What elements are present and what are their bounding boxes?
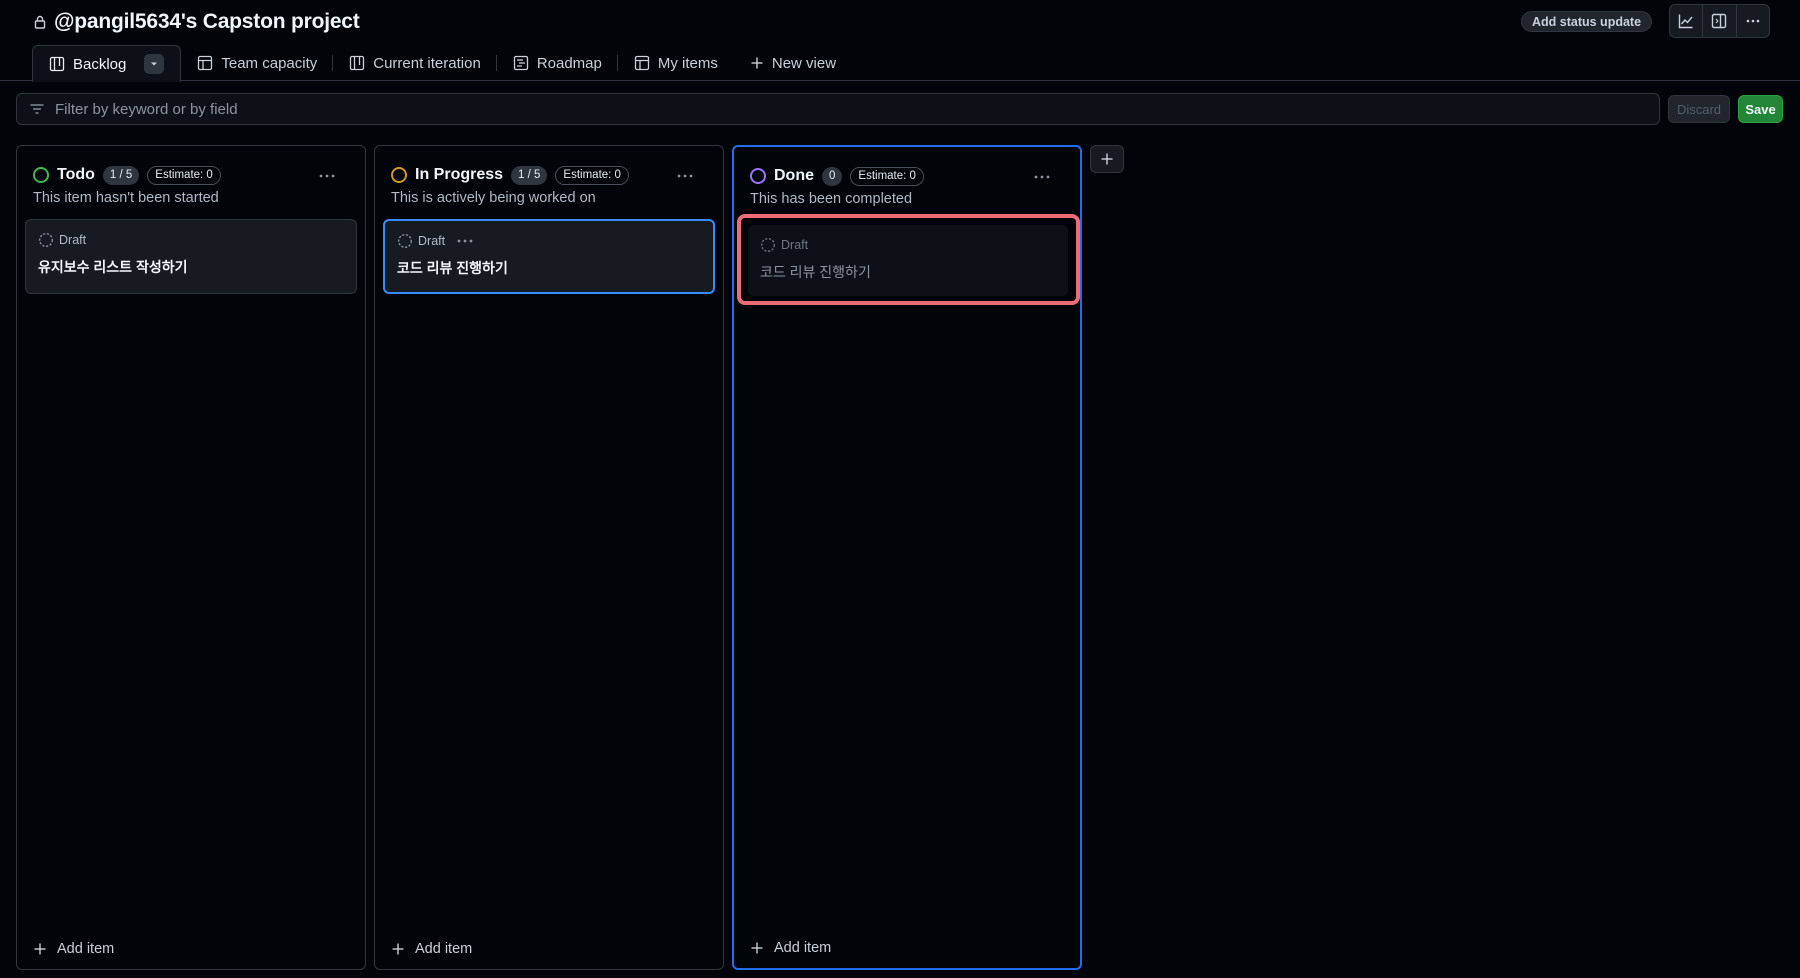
- estimate-badge: Estimate: 0: [555, 165, 629, 185]
- status-circle-icon: [33, 167, 49, 183]
- tab-roadmap-label: Roadmap: [536, 54, 602, 72]
- header-icon-group: [1669, 4, 1770, 38]
- insights-graph-icon: [1678, 14, 1693, 29]
- column-in-progress: In Progress 1 / 5 Estimate: 0 This is ac…: [374, 145, 724, 970]
- column-count-badge: 0: [822, 166, 843, 186]
- add-item-label: Add item: [57, 941, 115, 957]
- add-item-label: Add item: [774, 940, 832, 956]
- filter-placeholder: Filter by keyword or by field: [55, 100, 238, 118]
- project-title: @pangil5634's Capston project: [54, 10, 360, 33]
- column-menu-button[interactable]: [671, 166, 699, 186]
- chevron-down-icon: [151, 62, 158, 66]
- filter-icon: [30, 104, 44, 114]
- plus-icon: [751, 942, 763, 954]
- view-tabs: Backlog Team capacity Current iteration …: [32, 45, 852, 82]
- discard-button[interactable]: Discard: [1668, 95, 1730, 123]
- card-meta: Draft: [38, 232, 86, 248]
- column-description: This item hasn't been started: [33, 190, 219, 206]
- roadmap-icon: [513, 55, 528, 71]
- column-menu-button[interactable]: [1028, 167, 1056, 187]
- draft-icon: [398, 234, 412, 248]
- tab-my-items[interactable]: My items: [618, 45, 734, 81]
- column-name: Todo: [57, 166, 95, 183]
- kebab-menu-icon: [677, 174, 693, 178]
- board-icon: [49, 56, 65, 72]
- card-title: 코드 리뷰 진행하기: [760, 264, 871, 280]
- insights-button[interactable]: [1670, 5, 1704, 37]
- draft-icon: [761, 238, 775, 252]
- card-title[interactable]: 코드 리뷰 진행하기: [397, 258, 508, 278]
- add-item-button[interactable]: Add item: [391, 937, 472, 961]
- estimate-badge: Estimate: 0: [147, 165, 221, 185]
- column-count-badge: 1 / 5: [511, 165, 548, 185]
- status-circle-icon: [391, 167, 407, 183]
- add-status-update-button[interactable]: Add status update: [1521, 11, 1653, 32]
- kebab-menu-icon: [1034, 175, 1050, 179]
- drag-preview-card[interactable]: Draft 코드 리뷰 진행하기: [748, 225, 1068, 296]
- plus-icon: [1101, 153, 1113, 165]
- title-row: @pangil5634's Capston project: [32, 10, 360, 34]
- estimate-badge: Estimate: 0: [850, 166, 924, 186]
- column-name: In Progress: [415, 166, 504, 183]
- plus-icon: [751, 57, 763, 69]
- add-item-button[interactable]: Add item: [750, 936, 831, 960]
- tab-new-view[interactable]: New view: [734, 45, 852, 81]
- tab-menu-button[interactable]: [144, 54, 165, 74]
- lock-icon: [34, 15, 46, 29]
- column-done: Done 0 Estimate: 0 This has been complet…: [732, 145, 1082, 970]
- column-todo: Todo 1 / 5 Estimate: 0 This item hasn't …: [16, 145, 366, 970]
- plus-icon: [392, 943, 404, 955]
- project-header: @pangil5634's Capston project Add status…: [0, 0, 1800, 82]
- item-card[interactable]: Draft 유지보수 리스트 작성하기: [25, 219, 357, 294]
- column-header: In Progress 1 / 5 Estimate: 0: [391, 160, 711, 190]
- column-name: Done: [774, 167, 814, 184]
- table-icon: [634, 55, 650, 71]
- tab-team-capacity-label: Team capacity: [221, 54, 318, 72]
- filter-input[interactable]: Filter by keyword or by field: [16, 93, 1660, 125]
- tab-roadmap[interactable]: Roadmap: [497, 45, 618, 81]
- column-header: Todo 1 / 5 Estimate: 0: [33, 160, 353, 190]
- add-item-button[interactable]: Add item: [33, 937, 114, 961]
- card-title[interactable]: 유지보수 리스트 작성하기: [38, 257, 187, 277]
- kebab-menu-icon: [319, 174, 335, 178]
- tab-team-capacity[interactable]: Team capacity: [181, 45, 334, 81]
- card-type: Draft: [59, 233, 87, 247]
- card-meta: Draft: [397, 233, 474, 249]
- column-description: This is actively being worked on: [391, 190, 596, 206]
- item-card[interactable]: Draft 코드 리뷰 진행하기: [383, 219, 715, 294]
- side-panel-icon: [1712, 13, 1727, 29]
- column-count-badge: 1 / 5: [102, 165, 140, 185]
- side-panel-button[interactable]: [1703, 5, 1737, 37]
- status-circle-icon: [750, 168, 766, 184]
- tab-new-view-label: New view: [771, 54, 837, 72]
- tab-current-iteration[interactable]: Current iteration: [333, 45, 497, 81]
- column-menu-button[interactable]: [313, 166, 341, 186]
- tab-backlog[interactable]: Backlog: [32, 45, 182, 82]
- column-description: This has been completed: [750, 191, 913, 207]
- board-icon: [350, 55, 365, 71]
- tab-current-iteration-label: Current iteration: [373, 54, 481, 72]
- tab-my-items-label: My items: [657, 54, 718, 72]
- plus-icon: [34, 943, 46, 955]
- column-header: Done 0 Estimate: 0: [750, 161, 1068, 191]
- card-meta: Draft: [760, 237, 808, 253]
- card-menu-icon[interactable]: [456, 238, 474, 244]
- table-icon: [198, 55, 213, 71]
- card-type: Draft: [418, 234, 446, 248]
- card-type: Draft: [781, 238, 809, 252]
- save-button[interactable]: Save: [1738, 95, 1783, 123]
- kebab-menu-icon: [1746, 19, 1760, 23]
- add-item-label: Add item: [415, 941, 473, 957]
- draft-icon: [39, 233, 53, 247]
- tab-backlog-label: Backlog: [73, 55, 127, 73]
- more-options-button[interactable]: [1737, 5, 1769, 37]
- add-column-button[interactable]: [1090, 145, 1124, 173]
